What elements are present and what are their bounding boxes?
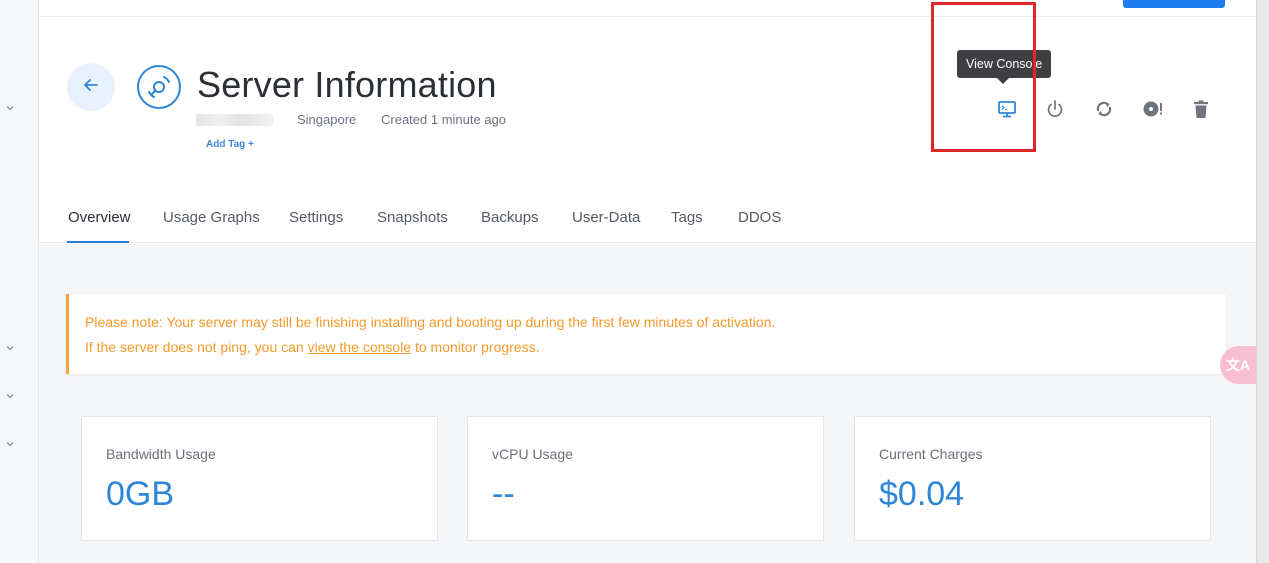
top-bar (39, 0, 1256, 17)
notice-line-1: Please note: Your server may still be fi… (85, 314, 776, 330)
power-button[interactable] (1042, 98, 1068, 124)
tab-bar: Overview Usage Graphs Settings Snapshots… (39, 200, 1256, 243)
trash-icon (1190, 98, 1212, 125)
card-value: -- (492, 475, 515, 513)
restart-button[interactable] (1091, 98, 1117, 124)
chevron-down-icon[interactable] (3, 437, 17, 451)
sidebar (0, 0, 39, 563)
tab-snapshots[interactable]: Snapshots (377, 209, 448, 226)
active-tab-indicator (67, 241, 129, 243)
notice-text: to monitor progress. (411, 339, 540, 355)
bandwidth-usage-card: Bandwidth Usage 0GB (81, 416, 438, 541)
refresh-icon (1093, 98, 1115, 125)
page: Server Information Singapore Created 1 m… (0, 0, 1269, 563)
deploy-button[interactable] (1123, 0, 1225, 8)
current-charges-card: Current Charges $0.04 (854, 416, 1211, 541)
tooltip: View Console (957, 50, 1052, 84)
card-value: $0.04 (879, 475, 965, 513)
scrollbar[interactable] (1256, 0, 1269, 563)
created-time: Created 1 minute ago (381, 112, 507, 127)
reinstall-button[interactable] (1140, 98, 1166, 124)
tab-usage-graphs[interactable]: Usage Graphs (163, 209, 260, 226)
back-button[interactable] (67, 63, 115, 111)
card-label: Bandwidth Usage (106, 446, 216, 462)
tab-ddos[interactable]: DDOS (738, 209, 781, 226)
tab-overview[interactable]: Overview (68, 209, 131, 226)
notice-line-2: If the server does not ping, you can vie… (85, 339, 539, 355)
destroy-button[interactable] (1188, 98, 1214, 124)
redacted-hostname (196, 114, 274, 126)
tab-user-data[interactable]: User-Data (572, 209, 640, 226)
vcpu-usage-card: vCPU Usage -- (467, 416, 824, 541)
card-value: 0GB (106, 475, 175, 513)
power-icon (1044, 98, 1066, 125)
add-tag-link[interactable]: Add Tag + (206, 139, 254, 150)
tab-settings[interactable]: Settings (289, 209, 343, 226)
card-label: Current Charges (879, 446, 983, 462)
chevron-down-icon[interactable] (3, 101, 17, 115)
translate-button[interactable]: 文A (1220, 346, 1256, 384)
chevron-down-icon[interactable] (3, 341, 17, 355)
page-title: Server Information (197, 64, 497, 105)
chevron-down-icon[interactable] (3, 389, 17, 403)
arrow-left-icon (81, 75, 101, 100)
tab-tags[interactable]: Tags (671, 209, 703, 226)
activation-notice: Please note: Your server may still be fi… (66, 294, 1226, 374)
monitor-icon (996, 98, 1018, 125)
card-label: vCPU Usage (492, 446, 573, 462)
server-location: Singapore (297, 112, 357, 127)
tab-backups[interactable]: Backups (481, 209, 539, 226)
disc-warning-icon (1142, 98, 1164, 125)
main-content: Server Information Singapore Created 1 m… (39, 0, 1256, 563)
view-console-link[interactable]: view the console (308, 339, 412, 355)
view-console-button[interactable] (994, 98, 1020, 124)
notice-text: If the server does not ping, you can (85, 339, 308, 355)
disc-icon (136, 64, 182, 110)
